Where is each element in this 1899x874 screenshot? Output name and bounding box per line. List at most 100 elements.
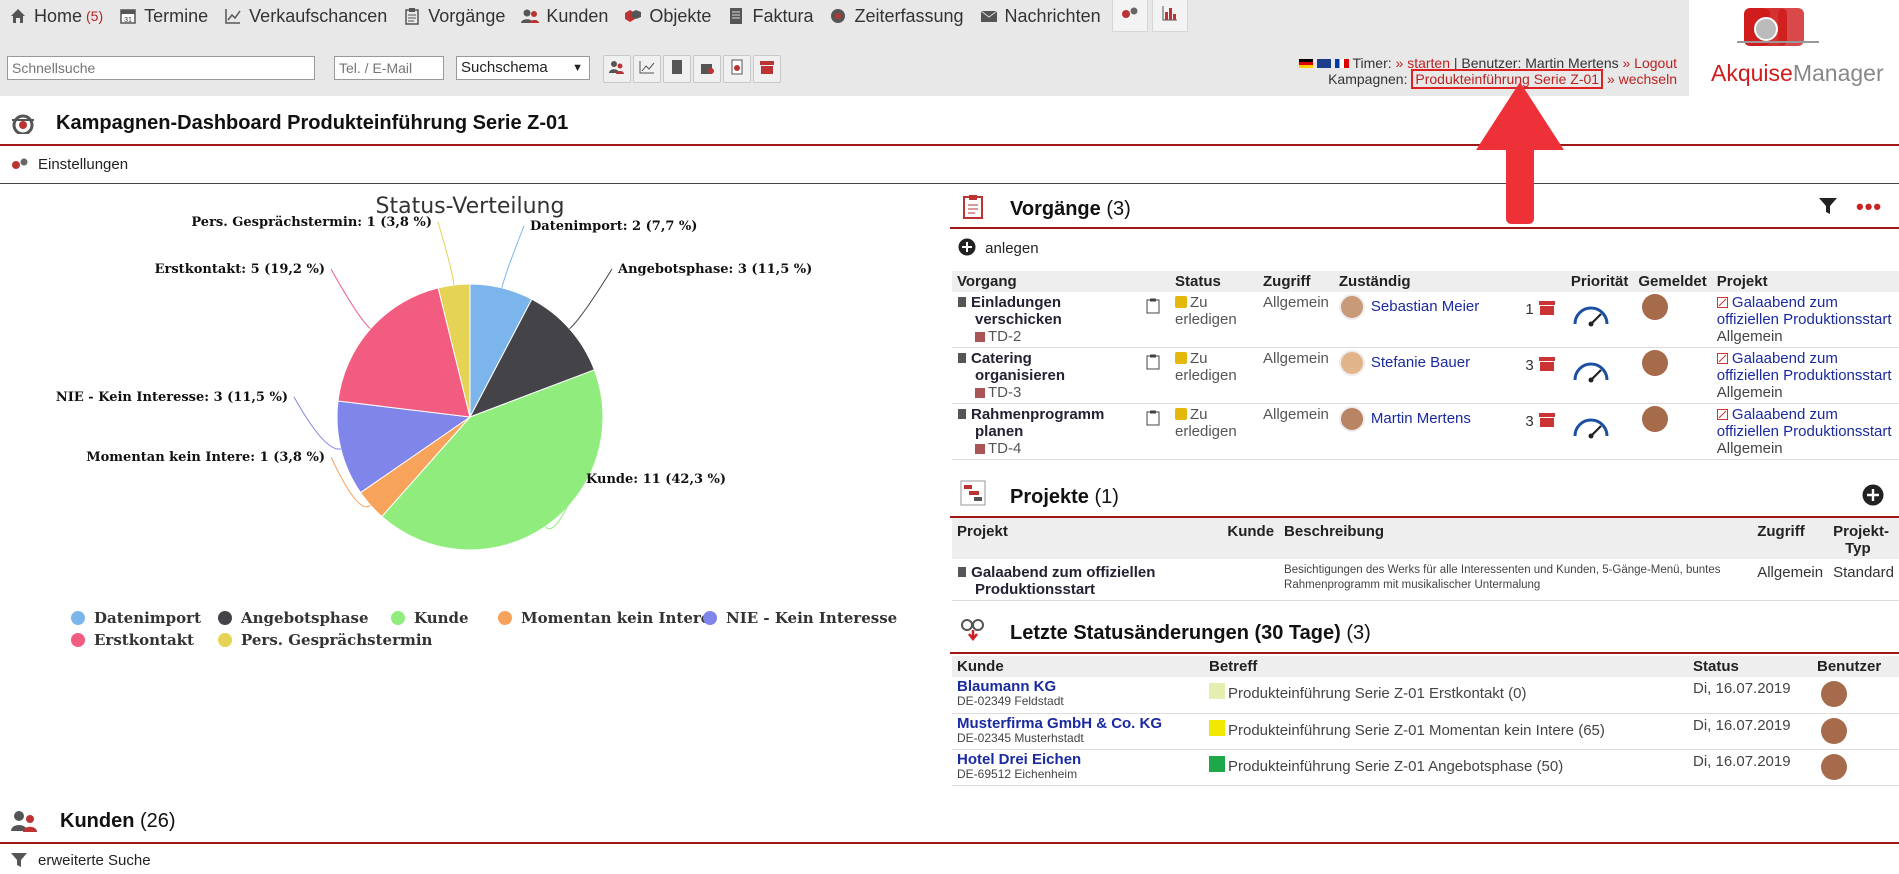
table-row[interactable]: Catering organisieren TD-3 Zu erledigen Allge… <box>952 347 1899 404</box>
project-link-line2[interactable]: offiziellen Produktionsstart <box>1717 367 1892 384</box>
nav-nachrichten[interactable]: Nachrichten <box>971 0 1108 32</box>
campaign-switch-link[interactable]: » wechseln <box>1607 71 1677 87</box>
legend-item[interactable]: Erstkontakt <box>71 631 194 649</box>
col-kunde[interactable]: Kunde <box>1222 518 1280 559</box>
customer-link[interactable]: Blaumann KG <box>957 678 1056 695</box>
add-project-icon[interactable] <box>1862 484 1884 511</box>
project-access: Allgemein <box>1716 440 1783 457</box>
col-vorgang[interactable]: Vorgang <box>952 271 1170 292</box>
bag-search-button[interactable] <box>693 55 721 83</box>
col-prioritaet[interactable]: Priorität <box>1565 271 1634 292</box>
col-gemeldet[interactable]: Gemeldet <box>1633 271 1712 292</box>
legend-label: Momentan kein Intere <box>521 609 710 627</box>
vorgang-name-line2[interactable]: verschicken <box>957 311 1062 328</box>
legend-item[interactable]: NIE - Kein Interesse <box>703 609 897 627</box>
col-projekt[interactable]: Projekt <box>1711 271 1899 292</box>
nav-home[interactable]: Home (5) <box>0 0 110 32</box>
document-search-button[interactable] <box>663 55 691 83</box>
col-projekt-typ-line1: Projekt- <box>1833 523 1889 540</box>
settings-link[interactable]: Einstellungen <box>38 156 128 173</box>
project-link-line2[interactable]: offiziellen Produktionsstart <box>1717 311 1892 328</box>
project-name-line1[interactable]: Galaabend zum offiziellen <box>971 564 1155 581</box>
filter-icon[interactable] <box>1818 196 1838 221</box>
document-icon <box>958 409 966 419</box>
project-link[interactable]: Galaabend zum <box>1732 350 1838 367</box>
col-zugriff[interactable]: Zugriff <box>1752 518 1829 559</box>
vorgaenge-count: (3) <box>1106 198 1131 220</box>
col-status[interactable]: Status <box>1688 656 1812 677</box>
customer-search-button[interactable] <box>603 55 631 83</box>
legend-item[interactable]: Kunde <box>391 609 469 627</box>
col-projekt-typ[interactable]: Projekt- Typ <box>1828 518 1899 559</box>
project-link-line2[interactable]: offiziellen Produktionsstart <box>1717 423 1892 440</box>
project-link[interactable]: Galaabend zum <box>1732 406 1838 423</box>
table-row[interactable]: Einladungen verschicken TD-2 Zu erledigen All… <box>952 292 1899 348</box>
gears-button[interactable] <box>1111 0 1148 32</box>
table-header-row: Kunde Betreff Status Benutzer <box>952 656 1899 677</box>
flag-fr-icon[interactable] <box>1334 59 1349 68</box>
legend-label: Erstkontakt <box>94 631 194 649</box>
assignee-link[interactable]: Stefanie Bauer <box>1371 354 1470 371</box>
project-name-line2[interactable]: Produktionsstart <box>957 581 1095 598</box>
search-schema-select[interactable]: Suchschema ▼ <box>456 56 590 80</box>
opportunity-search-button[interactable] <box>633 55 661 83</box>
customer-link[interactable]: Hotel Drei Eichen <box>957 751 1081 768</box>
nav-kunden[interactable]: Kunden <box>512 0 615 32</box>
phone-email-input[interactable] <box>334 56 444 80</box>
nav-zeiterfassung[interactable]: Zeiterfassung <box>820 0 970 32</box>
vorgang-cell: Rahmenprogramm planen TD-4 <box>952 403 1170 460</box>
col-projekt[interactable]: Projekt <box>952 518 1223 559</box>
nav-termine[interactable]: 31 Termine <box>110 0 215 32</box>
more-options-icon[interactable]: ••• <box>1856 194 1882 220</box>
file-search-button[interactable] <box>723 55 751 83</box>
project-link[interactable]: Galaabend zum <box>1732 294 1838 311</box>
table-row[interactable]: Musterfirma GmbH & Co. KG DE-02345 Muster… <box>952 713 1899 750</box>
flag-uk-icon[interactable] <box>1316 59 1331 68</box>
gantt-icon <box>960 480 986 511</box>
col-zugriff[interactable]: Zugriff <box>1258 271 1334 292</box>
settings-bar[interactable]: Einstellungen <box>0 148 1899 184</box>
customer-link[interactable]: Musterfirma GmbH & Co. KG <box>957 715 1162 732</box>
table-row[interactable]: Blaumann KG DE-02349 Feldstadt Produkteinf… <box>952 677 1899 714</box>
archive-search-button[interactable] <box>753 55 781 83</box>
logout-link[interactable]: » Logout <box>1623 55 1678 71</box>
vorgang-name[interactable]: Catering <box>971 350 1032 367</box>
clipboard-icon[interactable] <box>1146 354 1160 374</box>
col-zustaendig[interactable]: Zuständig <box>1333 271 1566 292</box>
col-beschreibung[interactable]: Beschreibung <box>1279 518 1753 559</box>
legend-item[interactable]: Angebotsphase <box>218 609 369 627</box>
col-benutzer[interactable]: Benutzer <box>1812 656 1899 677</box>
col-betreff[interactable]: Betreff <box>1204 656 1688 677</box>
nav-faktura[interactable]: Faktura <box>718 0 820 32</box>
statistics-button[interactable] <box>1151 0 1188 32</box>
item-count: 3 <box>1525 413 1534 430</box>
quick-search-input[interactable] <box>7 56 315 80</box>
nav-vorgaenge[interactable]: Vorgänge <box>394 0 512 32</box>
create-vorgang-button[interactable]: anlegen <box>958 238 1039 257</box>
assignee-link[interactable]: Sebastian Meier <box>1371 298 1479 315</box>
vorgang-name-line2[interactable]: planen <box>957 423 1023 440</box>
legend-item[interactable]: Pers. Gesprächstermin <box>218 631 433 649</box>
extended-search-bar[interactable]: erweiterte Suche <box>0 846 1899 873</box>
table-row[interactable]: Hotel Drei Eichen DE-69512 Eichenheim Prod… <box>952 749 1899 786</box>
vorgang-name-line2[interactable]: organisieren <box>957 367 1065 384</box>
status-color-icon <box>1175 352 1187 364</box>
nav-verkaufschancen[interactable]: Verkaufschancen <box>215 0 394 32</box>
vorgang-name[interactable]: Einladungen <box>971 294 1061 311</box>
table-row[interactable]: Galaabend zum offiziellen Produktionssta… <box>952 559 1899 601</box>
clipboard-icon[interactable] <box>1146 410 1160 430</box>
vorgang-name[interactable]: Rahmenprogramm <box>971 406 1104 423</box>
flag-de-icon[interactable] <box>1299 59 1314 68</box>
table-row[interactable]: Rahmenprogramm planen TD-4 Zu erledigen Allge… <box>952 403 1899 460</box>
nav-label: Termine <box>144 5 209 26</box>
legend-item[interactable]: Datenimport <box>71 609 201 627</box>
col-status[interactable]: Status <box>1170 271 1258 292</box>
col-kunde[interactable]: Kunde <box>952 656 1204 677</box>
nav-objekte[interactable]: Objekte <box>615 0 718 32</box>
date-cell: Di, 16.07.2019 <box>1688 677 1812 714</box>
extended-search-link[interactable]: erweiterte Suche <box>38 852 151 869</box>
avatar <box>1338 350 1365 376</box>
assignee-link[interactable]: Martin Mertens <box>1371 410 1471 427</box>
clipboard-icon[interactable] <box>1146 298 1160 318</box>
legend-item[interactable]: Momentan kein Intere <box>498 609 710 627</box>
